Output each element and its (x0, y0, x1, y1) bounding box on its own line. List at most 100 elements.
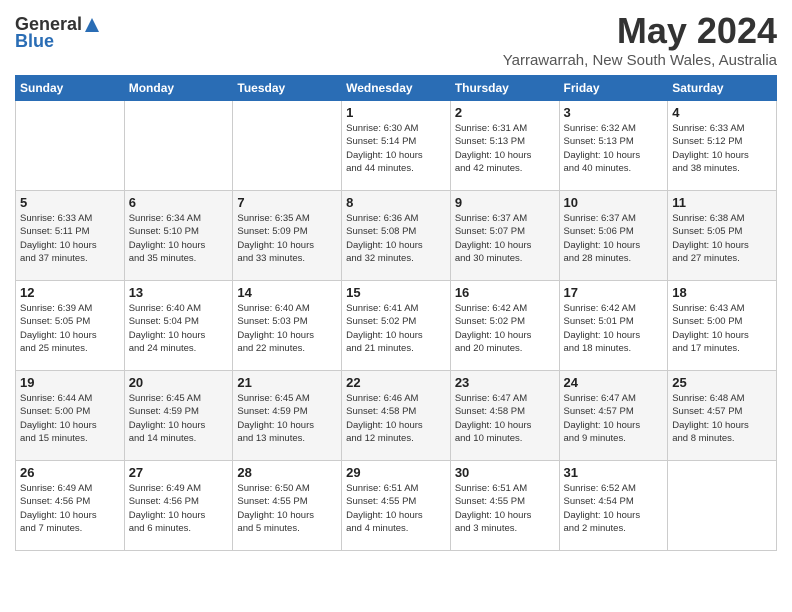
day-number: 4 (672, 105, 772, 120)
day-number: 22 (346, 375, 446, 390)
day-info: Sunrise: 6:40 AM Sunset: 5:04 PM Dayligh… (129, 302, 229, 355)
calendar-cell: 23 Sunrise: 6:47 AM Sunset: 4:58 PM Dayli… (450, 371, 559, 461)
day-info: Sunrise: 6:31 AM Sunset: 5:13 PM Dayligh… (455, 122, 555, 175)
day-number: 9 (455, 195, 555, 210)
calendar-cell (16, 101, 125, 191)
day-number: 17 (564, 285, 664, 300)
calendar-cell: 1 Sunrise: 6:30 AM Sunset: 5:14 PM Daylig… (342, 101, 451, 191)
day-info: Sunrise: 6:36 AM Sunset: 5:08 PM Dayligh… (346, 212, 446, 265)
weekday-header-monday: Monday (124, 76, 233, 101)
day-info: Sunrise: 6:37 AM Sunset: 5:07 PM Dayligh… (455, 212, 555, 265)
calendar-body: 1 Sunrise: 6:30 AM Sunset: 5:14 PM Daylig… (16, 101, 777, 551)
day-info: Sunrise: 6:50 AM Sunset: 4:55 PM Dayligh… (237, 482, 337, 535)
calendar-cell: 21 Sunrise: 6:45 AM Sunset: 4:59 PM Dayli… (233, 371, 342, 461)
weekday-header-friday: Friday (559, 76, 668, 101)
day-number: 1 (346, 105, 446, 120)
weekday-header-saturday: Saturday (668, 76, 777, 101)
calendar-cell: 30Sunrise: 6:51 AM Sunset: 4:55 PM Dayli… (450, 461, 559, 551)
weekday-header-wednesday: Wednesday (342, 76, 451, 101)
day-number: 15 (346, 285, 446, 300)
day-info: Sunrise: 6:30 AM Sunset: 5:14 PM Dayligh… (346, 122, 446, 175)
calendar-cell (668, 461, 777, 551)
day-number: 30 (455, 465, 555, 480)
logo-blue: Blue (15, 31, 54, 52)
day-info: Sunrise: 6:51 AM Sunset: 4:55 PM Dayligh… (346, 482, 446, 535)
calendar-cell (233, 101, 342, 191)
day-number: 25 (672, 375, 772, 390)
calendar-cell: 2 Sunrise: 6:31 AM Sunset: 5:13 PM Daylig… (450, 101, 559, 191)
calendar-cell: 19 Sunrise: 6:44 AM Sunset: 5:00 PM Dayli… (16, 371, 125, 461)
day-number: 6 (129, 195, 229, 210)
calendar-cell: 27 Sunrise: 6:49 AM Sunset: 4:56 PM Dayli… (124, 461, 233, 551)
day-info: Sunrise: 6:38 AM Sunset: 5:05 PM Dayligh… (672, 212, 772, 265)
day-number: 10 (564, 195, 664, 210)
calendar-cell: 18 Sunrise: 6:43 AM Sunset: 5:00 PM Dayli… (668, 281, 777, 371)
day-number: 27 (129, 465, 229, 480)
day-info: Sunrise: 6:42 AM Sunset: 5:01 PM Dayligh… (564, 302, 664, 355)
calendar-cell: 10 Sunrise: 6:37 AM Sunset: 5:06 PM Dayli… (559, 191, 668, 281)
day-number: 29 (346, 465, 446, 480)
calendar-cell: 17 Sunrise: 6:42 AM Sunset: 5:01 PM Dayli… (559, 281, 668, 371)
day-info: Sunrise: 6:35 AM Sunset: 5:09 PM Dayligh… (237, 212, 337, 265)
day-info: Sunrise: 6:43 AM Sunset: 5:00 PM Dayligh… (672, 302, 772, 355)
day-number: 2 (455, 105, 555, 120)
calendar-cell: 11 Sunrise: 6:38 AM Sunset: 5:05 PM Dayli… (668, 191, 777, 281)
day-info: Sunrise: 6:47 AM Sunset: 4:58 PM Dayligh… (455, 392, 555, 445)
day-number: 7 (237, 195, 337, 210)
calendar-cell: 31 Sunrise: 6:52 AM Sunset: 4:54 PM Dayli… (559, 461, 668, 551)
logo-icon (83, 16, 101, 34)
day-number: 31 (564, 465, 664, 480)
day-number: 11 (672, 195, 772, 210)
calendar-cell: 8Sunrise: 6:36 AM Sunset: 5:08 PM Daylig… (342, 191, 451, 281)
calendar-cell: 26 Sunrise: 6:49 AM Sunset: 4:56 PM Dayli… (16, 461, 125, 551)
day-info: Sunrise: 6:32 AM Sunset: 5:13 PM Dayligh… (564, 122, 664, 175)
day-info: Sunrise: 6:37 AM Sunset: 5:06 PM Dayligh… (564, 212, 664, 265)
day-info: Sunrise: 6:47 AM Sunset: 4:57 PM Dayligh… (564, 392, 664, 445)
day-info: Sunrise: 6:33 AM Sunset: 5:12 PM Dayligh… (672, 122, 772, 175)
weekday-header-thursday: Thursday (450, 76, 559, 101)
calendar-cell: 28 Sunrise: 6:50 AM Sunset: 4:55 PM Dayli… (233, 461, 342, 551)
day-number: 5 (20, 195, 120, 210)
calendar-cell: 12Sunrise: 6:39 AM Sunset: 5:05 PM Dayli… (16, 281, 125, 371)
day-number: 20 (129, 375, 229, 390)
day-number: 12 (20, 285, 120, 300)
day-info: Sunrise: 6:40 AM Sunset: 5:03 PM Dayligh… (237, 302, 337, 355)
day-number: 18 (672, 285, 772, 300)
day-number: 23 (455, 375, 555, 390)
calendar-week-2: 5Sunrise: 6:33 AM Sunset: 5:11 PM Daylig… (16, 191, 777, 281)
calendar-cell: 15Sunrise: 6:41 AM Sunset: 5:02 PM Dayli… (342, 281, 451, 371)
calendar-cell: 24 Sunrise: 6:47 AM Sunset: 4:57 PM Dayli… (559, 371, 668, 461)
day-info: Sunrise: 6:48 AM Sunset: 4:57 PM Dayligh… (672, 392, 772, 445)
day-number: 21 (237, 375, 337, 390)
calendar-cell: 25 Sunrise: 6:48 AM Sunset: 4:57 PM Dayli… (668, 371, 777, 461)
calendar-cell (124, 101, 233, 191)
day-number: 13 (129, 285, 229, 300)
calendar-cell: 16 Sunrise: 6:42 AM Sunset: 5:02 PM Dayli… (450, 281, 559, 371)
day-info: Sunrise: 6:42 AM Sunset: 5:02 PM Dayligh… (455, 302, 555, 355)
day-number: 28 (237, 465, 337, 480)
day-info: Sunrise: 6:34 AM Sunset: 5:10 PM Dayligh… (129, 212, 229, 265)
month-title: May 2024 (503, 10, 777, 52)
calendar-cell: 22 Sunrise: 6:46 AM Sunset: 4:58 PM Dayli… (342, 371, 451, 461)
day-number: 14 (237, 285, 337, 300)
day-info: Sunrise: 6:49 AM Sunset: 4:56 PM Dayligh… (20, 482, 120, 535)
calendar-week-1: 1 Sunrise: 6:30 AM Sunset: 5:14 PM Daylig… (16, 101, 777, 191)
day-info: Sunrise: 6:52 AM Sunset: 4:54 PM Dayligh… (564, 482, 664, 535)
calendar-cell: 14 Sunrise: 6:40 AM Sunset: 5:03 PM Dayli… (233, 281, 342, 371)
calendar-table: SundayMondayTuesdayWednesdayThursdayFrid… (15, 75, 777, 551)
day-number: 24 (564, 375, 664, 390)
day-info: Sunrise: 6:49 AM Sunset: 4:56 PM Dayligh… (129, 482, 229, 535)
day-info: Sunrise: 6:46 AM Sunset: 4:58 PM Dayligh… (346, 392, 446, 445)
day-info: Sunrise: 6:45 AM Sunset: 4:59 PM Dayligh… (237, 392, 337, 445)
page-header: General Blue May 2024 Yarrawarrah, New S… (15, 10, 777, 69)
day-info: Sunrise: 6:45 AM Sunset: 4:59 PM Dayligh… (129, 392, 229, 445)
weekday-header-row: SundayMondayTuesdayWednesdayThursdayFrid… (16, 76, 777, 101)
calendar-week-3: 12Sunrise: 6:39 AM Sunset: 5:05 PM Dayli… (16, 281, 777, 371)
day-number: 19 (20, 375, 120, 390)
calendar-week-4: 19 Sunrise: 6:44 AM Sunset: 5:00 PM Dayli… (16, 371, 777, 461)
day-number: 16 (455, 285, 555, 300)
day-number: 26 (20, 465, 120, 480)
logo: General Blue (15, 14, 101, 52)
day-info: Sunrise: 6:44 AM Sunset: 5:00 PM Dayligh… (20, 392, 120, 445)
title-block: May 2024 Yarrawarrah, New South Wales, A… (503, 10, 777, 69)
